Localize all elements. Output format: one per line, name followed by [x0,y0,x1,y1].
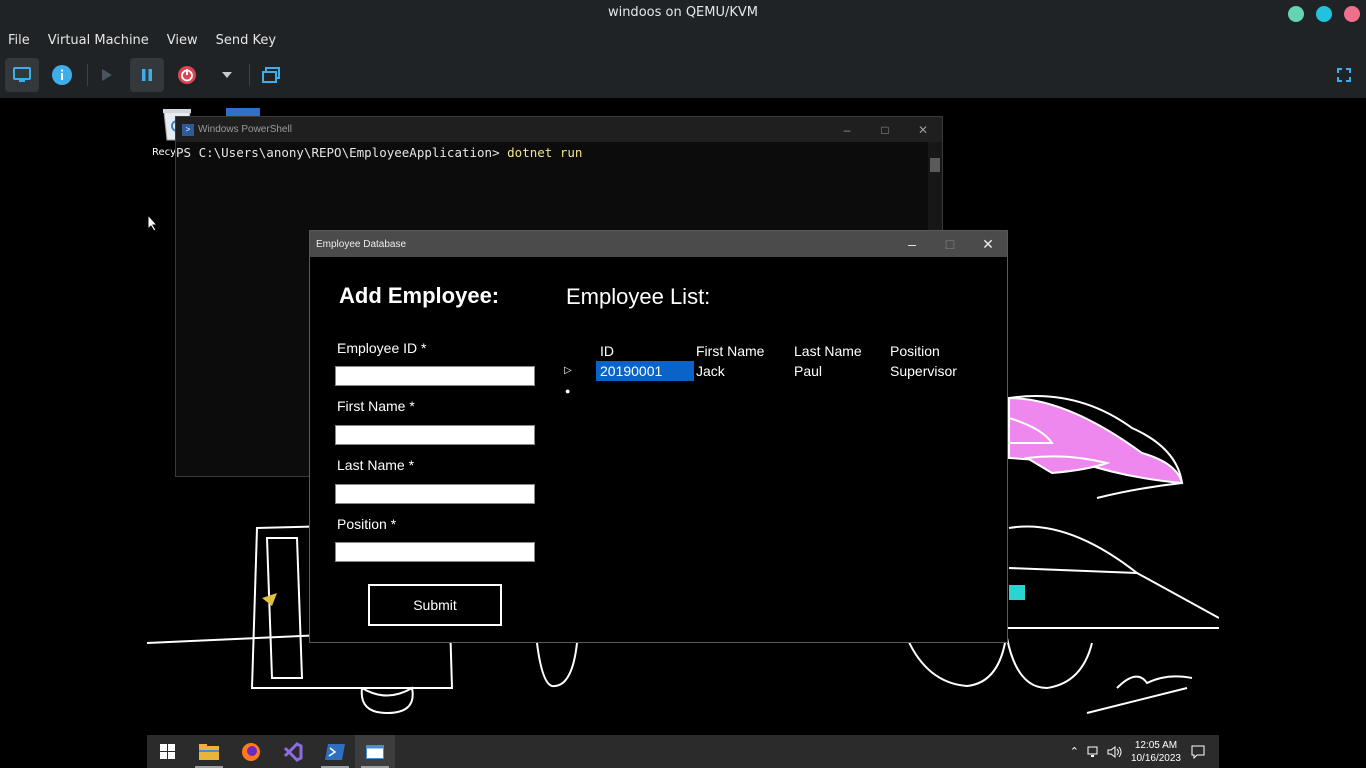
fullscreen-button[interactable] [1327,58,1361,92]
powershell-icon [325,743,345,760]
notifications-icon[interactable] [1191,745,1205,759]
taskbar-firefox[interactable] [231,735,271,768]
file-explorer-icon [199,743,219,760]
clock-date: 10/16/2023 [1130,752,1181,764]
table-row[interactable]: ▷ 20190001 Jack Paul Supervisor [560,361,980,381]
ps-maximize-button[interactable]: □ [866,123,904,137]
menu-view[interactable]: View [167,33,198,48]
chevron-up-icon[interactable]: ⌃ [1070,745,1079,758]
pause-icon [142,69,152,81]
console-prompt: PS C:\Users\anony\REPO\EmployeeApplicati… [176,145,508,160]
maximize-button[interactable]: □ [931,236,969,253]
column-header-id[interactable]: ID [596,341,694,361]
employee-form-body: Add Employee: Employee ID * First Name *… [310,257,1007,642]
window-title: Employee Database [316,238,407,250]
menu-file[interactable]: File [8,33,30,48]
host-toolbar [0,54,1366,98]
volume-icon[interactable] [1107,745,1123,758]
cell-id[interactable]: 20190001 [596,361,694,381]
last-name-label: Last Name * [337,457,415,473]
submit-button[interactable]: Submit [368,584,502,626]
cell-first-name[interactable]: Jack [694,361,792,381]
powershell-console[interactable]: PS C:\Users\anony\REPO\EmployeeApplicati… [176,142,942,160]
first-name-input[interactable] [335,425,535,445]
cell-position[interactable]: Supervisor [890,361,980,381]
close-button[interactable]: ✕ [969,236,1007,253]
fullscreen-icon [1337,68,1351,82]
host-minimize-button[interactable] [1288,6,1304,22]
host-titlebar: windoos on QEMU/KVM [0,0,1366,26]
shutdown-menu-button[interactable] [210,58,244,92]
employee-id-input[interactable] [335,366,535,386]
taskbar-visual-studio[interactable] [273,735,313,768]
clone-icon [262,67,280,83]
app-window-icon [366,744,384,759]
menu-send-key[interactable]: Send Key [216,33,276,48]
info-icon [52,65,72,85]
new-row-indicator[interactable]: ● [560,381,980,401]
guest-desktop: Recy > Windows PowerShell – □ ✕ PS C:\Us… [147,98,1219,768]
employee-database-window[interactable]: Employee Database – □ ✕ Add Employee: Em… [309,230,1008,643]
monitor-icon [13,67,31,82]
cell-last-name[interactable]: Paul [792,361,890,381]
host-close-button[interactable] [1344,6,1360,22]
recycle-bin-label: Recy [152,147,177,158]
firefox-icon [242,742,260,761]
play-icon [102,69,112,81]
host-menubar: File Virtual Machine View Send Key [0,26,1366,54]
run-button[interactable] [90,58,124,92]
host-window-title: windoos on QEMU/KVM [607,5,759,20]
start-button[interactable] [147,735,187,768]
snapshots-button[interactable] [254,58,288,92]
shutdown-button[interactable] [170,58,204,92]
powershell-icon: > [182,123,194,136]
position-label: Position * [337,516,397,532]
column-header-position[interactable]: Position [890,341,980,361]
taskbar-employee-app[interactable] [355,735,395,768]
guest-taskbar: ⌃ 12:05 AM 10/16/2023 [147,735,1219,768]
taskbar-powershell[interactable] [315,735,355,768]
taskbar-file-explorer[interactable] [189,735,229,768]
desktop-shortcut-icon[interactable] [226,108,260,116]
employee-grid[interactable]: ID First Name Last Name Position ▷ 20190… [560,341,980,401]
show-console-button[interactable] [5,58,39,92]
position-input[interactable] [335,542,535,562]
menu-virtual-machine[interactable]: Virtual Machine [48,33,149,48]
employee-id-label: Employee ID * [337,340,427,356]
show-details-button[interactable] [45,58,79,92]
taskbar-clock[interactable]: 12:05 AM 10/16/2023 [1131,739,1181,765]
employee-list-heading: Employee List: [566,284,711,309]
first-name-label: First Name * [337,398,415,414]
windows-start-icon [159,744,175,759]
powershell-title: Windows PowerShell [198,124,292,135]
ps-close-button[interactable]: ✕ [904,123,942,137]
column-header-last-name[interactable]: Last Name [792,341,890,361]
last-name-input[interactable] [335,484,535,504]
mouse-cursor-icon [147,214,159,232]
system-tray: ⌃ 12:05 AM 10/16/2023 [1070,735,1219,768]
grid-header-row: ID First Name Last Name Position [560,341,980,361]
console-command: dotnet run [507,145,583,160]
powershell-titlebar[interactable]: > Windows PowerShell – □ ✕ [176,117,942,142]
current-row-indicator-icon: ▷ [564,365,572,376]
employee-database-titlebar[interactable]: Employee Database – □ ✕ [310,231,1007,257]
host-maximize-button[interactable] [1316,6,1332,22]
add-employee-heading: Add Employee: [339,283,500,308]
row-header-spacer [560,341,596,361]
visual-studio-icon [283,741,303,762]
scrollbar-thumb[interactable] [930,158,940,172]
power-icon [178,66,196,84]
pause-button[interactable] [130,58,164,92]
minimize-button[interactable]: – [893,236,931,253]
clock-time: 12:05 AM [1134,739,1178,751]
ps-minimize-button[interactable]: – [828,123,866,137]
dropdown-icon [222,72,232,78]
column-header-first-name[interactable]: First Name [694,341,792,361]
network-icon[interactable] [1087,746,1101,758]
